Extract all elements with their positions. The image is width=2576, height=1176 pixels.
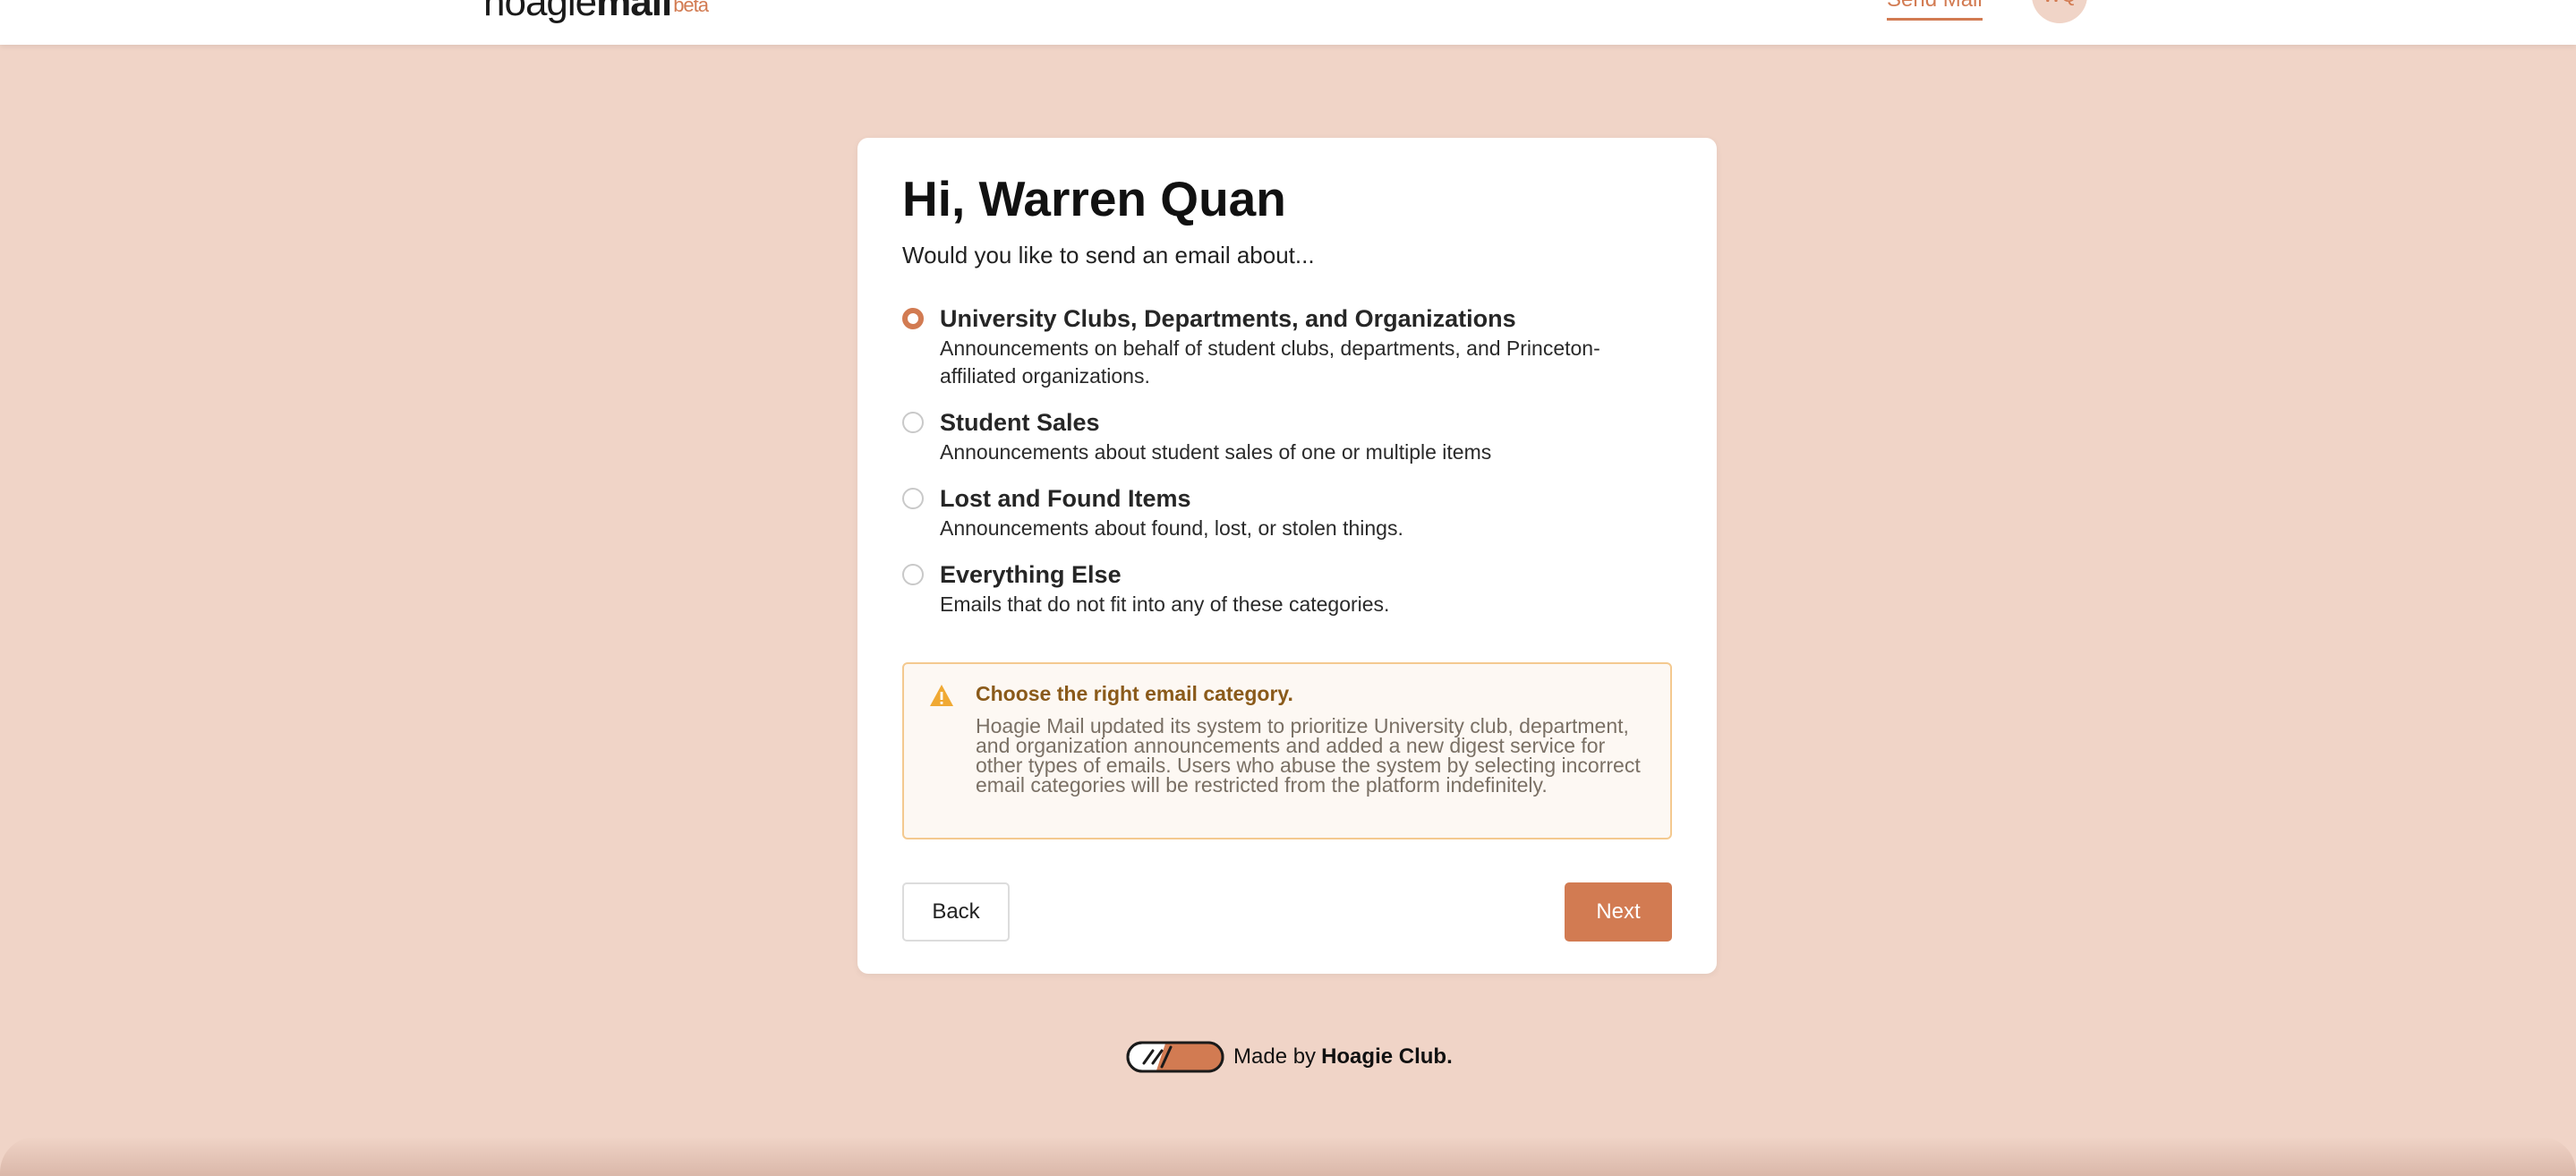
page-subtitle: Would you like to send an email about... — [902, 242, 1315, 268]
logo-mail: mail — [596, 0, 672, 24]
category-option-description: Emails that do not fit into any of these… — [940, 592, 1390, 616]
alert-title: Choose the right email category. — [976, 682, 1293, 705]
radio-unselected-icon[interactable] — [902, 412, 924, 433]
next-button[interactable]: Next — [1565, 882, 1672, 942]
top-navbar: hoagiemailbeta Send Mail WQ — [0, 0, 2576, 45]
category-option-title: Student Sales — [940, 409, 1100, 436]
email-category-card: Hi, Warren Quan Would you like to send a… — [857, 138, 1717, 974]
hoagie-logo-icon — [1126, 1041, 1224, 1073]
category-option-title: Lost and Found Items — [940, 485, 1191, 512]
footer-hoagie-club-link[interactable]: Hoagie Club. — [1321, 1044, 1453, 1069]
category-option-university-clubs[interactable]: University Clubs, Departments, and Organ… — [902, 303, 1672, 390]
avatar-initials: WQ — [2043, 0, 2077, 7]
alert-body: Hoagie Mail updated its system to priori… — [976, 714, 1641, 797]
back-button[interactable]: Back — [902, 882, 1010, 942]
category-option-lost-and-found[interactable]: Lost and Found Items Announcements about… — [902, 482, 1672, 542]
warning-icon — [930, 685, 953, 706]
footer: Made by Hoagie Club. — [1126, 1040, 1453, 1074]
logo-prefix: hoagie — [483, 0, 597, 24]
radio-unselected-icon[interactable] — [902, 564, 924, 585]
page-title: Hi, Warren Quan — [902, 171, 1286, 226]
category-option-title: Everything Else — [940, 561, 1122, 588]
category-option-description: Announcements about student sales of one… — [940, 440, 1492, 464]
user-avatar[interactable]: WQ — [2032, 0, 2087, 23]
footer-made-by: Made by — [1233, 1044, 1317, 1069]
category-option-student-sales[interactable]: Student Sales Announcements about studen… — [902, 406, 1672, 466]
radio-selected-icon[interactable] — [902, 308, 924, 329]
hoagie-mail-logo[interactable]: hoagiemailbeta — [483, 0, 709, 25]
bottom-shadow — [0, 1137, 2576, 1176]
logo-beta-badge: beta — [673, 0, 709, 16]
radio-unselected-icon[interactable] — [902, 488, 924, 509]
category-option-title: University Clubs, Departments, and Organ… — [940, 305, 1516, 332]
nav-send-mail-link[interactable]: Send Mail — [1887, 0, 1983, 21]
category-warning-alert: Choose the right email category. Hoagie … — [902, 662, 1672, 839]
category-option-everything-else[interactable]: Everything Else Emails that do not fit i… — [902, 558, 1672, 618]
category-option-description: Announcements on behalf of student clubs… — [940, 337, 1600, 388]
category-radio-group: University Clubs, Departments, and Organ… — [902, 303, 1672, 618]
category-option-description: Announcements about found, lost, or stol… — [940, 516, 1403, 540]
